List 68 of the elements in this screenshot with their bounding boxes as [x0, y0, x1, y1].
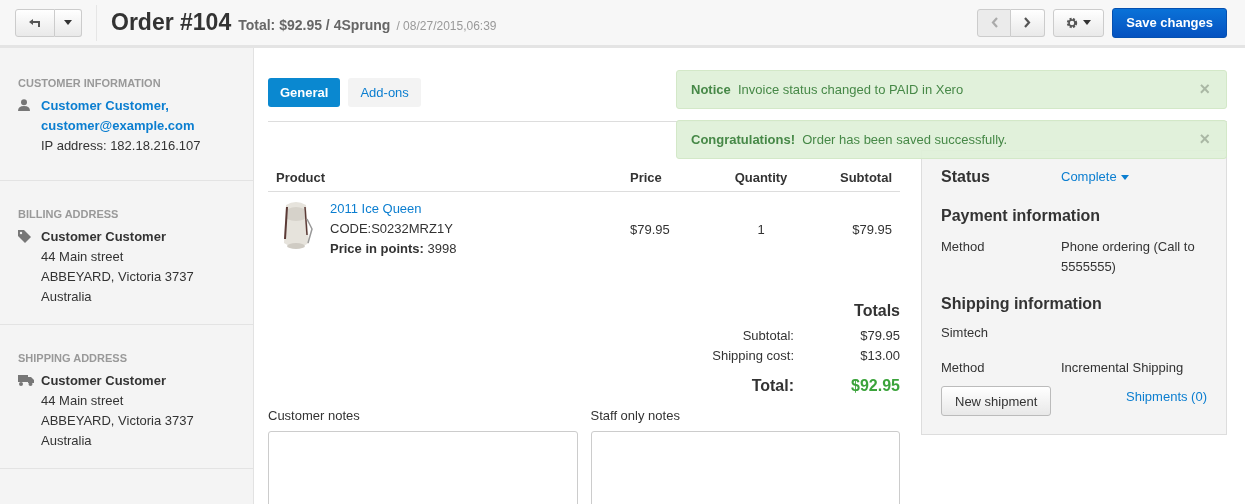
shipments-link[interactable]: Shipments (0): [1126, 388, 1207, 404]
table-cell: 1: [718, 191, 804, 266]
save-button[interactable]: Save changes: [1112, 7, 1227, 38]
order-title: Order #104: [111, 9, 232, 36]
address-line: ABBEYARD, Victoria 3737: [41, 268, 194, 286]
product-link[interactable]: 2011 Ice Queen: [330, 199, 422, 219]
field-label: Method: [941, 238, 986, 256]
grand-total-label: Total:: [750, 376, 794, 396]
caret-icon: [64, 20, 72, 25]
address-line: Australia: [41, 432, 92, 450]
status-dropdown[interactable]: Complete: [1061, 167, 1129, 187]
tag-icon: [18, 230, 31, 243]
field-value: Incremental Shipping: [1061, 359, 1185, 377]
table-cell: $79.95: [622, 191, 718, 266]
chevron-right-icon: [1024, 17, 1032, 28]
total-value: $79.95: [859, 327, 900, 345]
totals-heading: Totals: [854, 302, 900, 320]
order-date: / 08/27/2015,06:39: [396, 18, 497, 33]
column-header: Quantity: [718, 166, 804, 192]
person-icon: [18, 99, 30, 111]
total-label: Subtotal:: [741, 327, 794, 345]
chevron-left-icon: [990, 17, 998, 28]
field-value: Phone ordering (Call to 5555555): [1061, 238, 1196, 276]
notes-label: Customer notes: [268, 408, 361, 423]
address-line: 44 Main street: [41, 392, 124, 410]
truck-icon: [18, 374, 34, 386]
status-heading: Status: [941, 167, 991, 187]
email-link[interactable]: customer@example.com: [41, 116, 195, 136]
column-header: Subtotal: [804, 166, 900, 192]
total-label: Shipping cost:: [711, 347, 794, 365]
total-value: $13.00: [859, 347, 900, 365]
notification-text: Notice Invoice status changed to PAID in Xero: [691, 82, 964, 97]
section-heading: BILLING ADDRESS: [18, 208, 120, 220]
settings-icon: [1066, 16, 1079, 29]
back-button[interactable]: [15, 8, 55, 37]
address-line: 44 Main street: [41, 248, 124, 266]
shipping-heading: Shipping information: [941, 295, 1103, 313]
field-label: Method: [941, 359, 986, 377]
carrier-name: Simtech: [941, 325, 989, 340]
address-line: IP address: 182.18.216.107: [41, 137, 201, 155]
dropdown-button[interactable]: [55, 8, 82, 37]
back-arrow-icon: [28, 17, 42, 28]
notes-label: Staff only notes: [590, 408, 681, 423]
notes-field[interactable]: [268, 431, 578, 504]
customer-name: Customer Customer: [41, 228, 166, 246]
grand-total-value: $92.95: [850, 376, 900, 396]
payment-heading: Payment information: [941, 207, 1102, 225]
new-shipment-button[interactable]: New shipment: [941, 386, 1052, 416]
tab[interactable]: General: [268, 78, 341, 107]
column-header: Price: [622, 166, 718, 192]
column-header: Product: [268, 166, 622, 192]
section-heading: CUSTOMER INFORMATION: [18, 77, 162, 89]
address-line: ABBEYARD, Victoria 3737: [41, 412, 194, 430]
next-button[interactable]: [1011, 8, 1046, 37]
caret-icon: [1120, 174, 1129, 180]
customer-name-link[interactable]: Customer Customer,: [41, 96, 169, 116]
tab[interactable]: Add-ons: [348, 78, 421, 107]
notification-text: Congratulations! Order has been saved successfully.: [691, 132, 1008, 147]
customer-name: Customer Customer: [41, 372, 166, 390]
notes-field[interactable]: [590, 431, 900, 504]
address-line: Australia: [41, 288, 92, 306]
order-summary: Total: $92.95 / 4Sprung: [238, 17, 391, 33]
settings-button[interactable]: [1053, 8, 1105, 37]
caret-icon: [1083, 20, 1092, 25]
table-cell: $79.95: [804, 191, 900, 266]
section-heading: SHIPPING ADDRESS: [18, 352, 128, 364]
product-code: CODE:S0232MRZ1Y: [330, 220, 453, 238]
price-in-points: Price in points: 3998: [330, 240, 457, 258]
